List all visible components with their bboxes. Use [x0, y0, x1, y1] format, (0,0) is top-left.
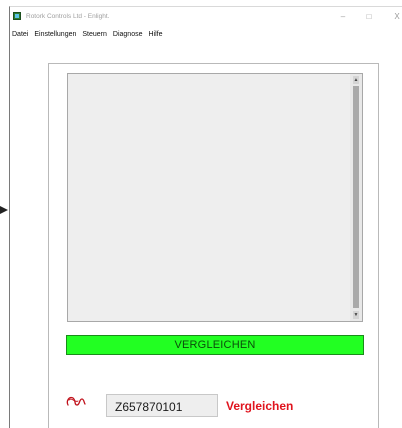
scroll-down-icon[interactable]: ▼ — [353, 311, 359, 319]
minimize-button[interactable]: – — [336, 11, 350, 23]
menu-datei[interactable]: Datei — [10, 31, 31, 38]
menu-bar: Datei Einstellungen Steuern Diagnose Hil… — [10, 27, 402, 41]
window-title: Rotork Controls Ltd - Enlight. — [26, 13, 110, 20]
compare-status-bar[interactable]: VERGLEICHEN — [66, 335, 364, 355]
menu-steuern[interactable]: Steuern — [79, 31, 110, 38]
scroll-up-icon[interactable]: ▲ — [353, 76, 359, 84]
serial-number-field[interactable] — [106, 394, 218, 417]
app-icon — [13, 12, 21, 20]
menu-diagnose[interactable]: Diagnose — [110, 31, 146, 38]
menu-hilfe[interactable]: Hilfe — [145, 31, 165, 38]
close-button[interactable]: X — [390, 11, 402, 23]
rotork-logo-icon — [66, 396, 86, 406]
menu-einstellungen[interactable]: Einstellungen — [31, 31, 79, 38]
compare-panel: ▲ ▼ VERGLEICHEN Vergleichen — [48, 63, 379, 428]
log-textarea[interactable]: ▲ ▼ — [67, 73, 363, 322]
compare-status-label: Vergleichen — [226, 399, 294, 413]
vertical-scrollbar[interactable]: ▲ ▼ — [350, 74, 362, 321]
title-bar[interactable]: Rotork Controls Ltd - Enlight. – □ X — [10, 7, 402, 27]
maximize-button[interactable]: □ — [362, 11, 376, 23]
pointer-arrow-icon — [0, 206, 8, 214]
scroll-thumb[interactable] — [353, 86, 359, 308]
